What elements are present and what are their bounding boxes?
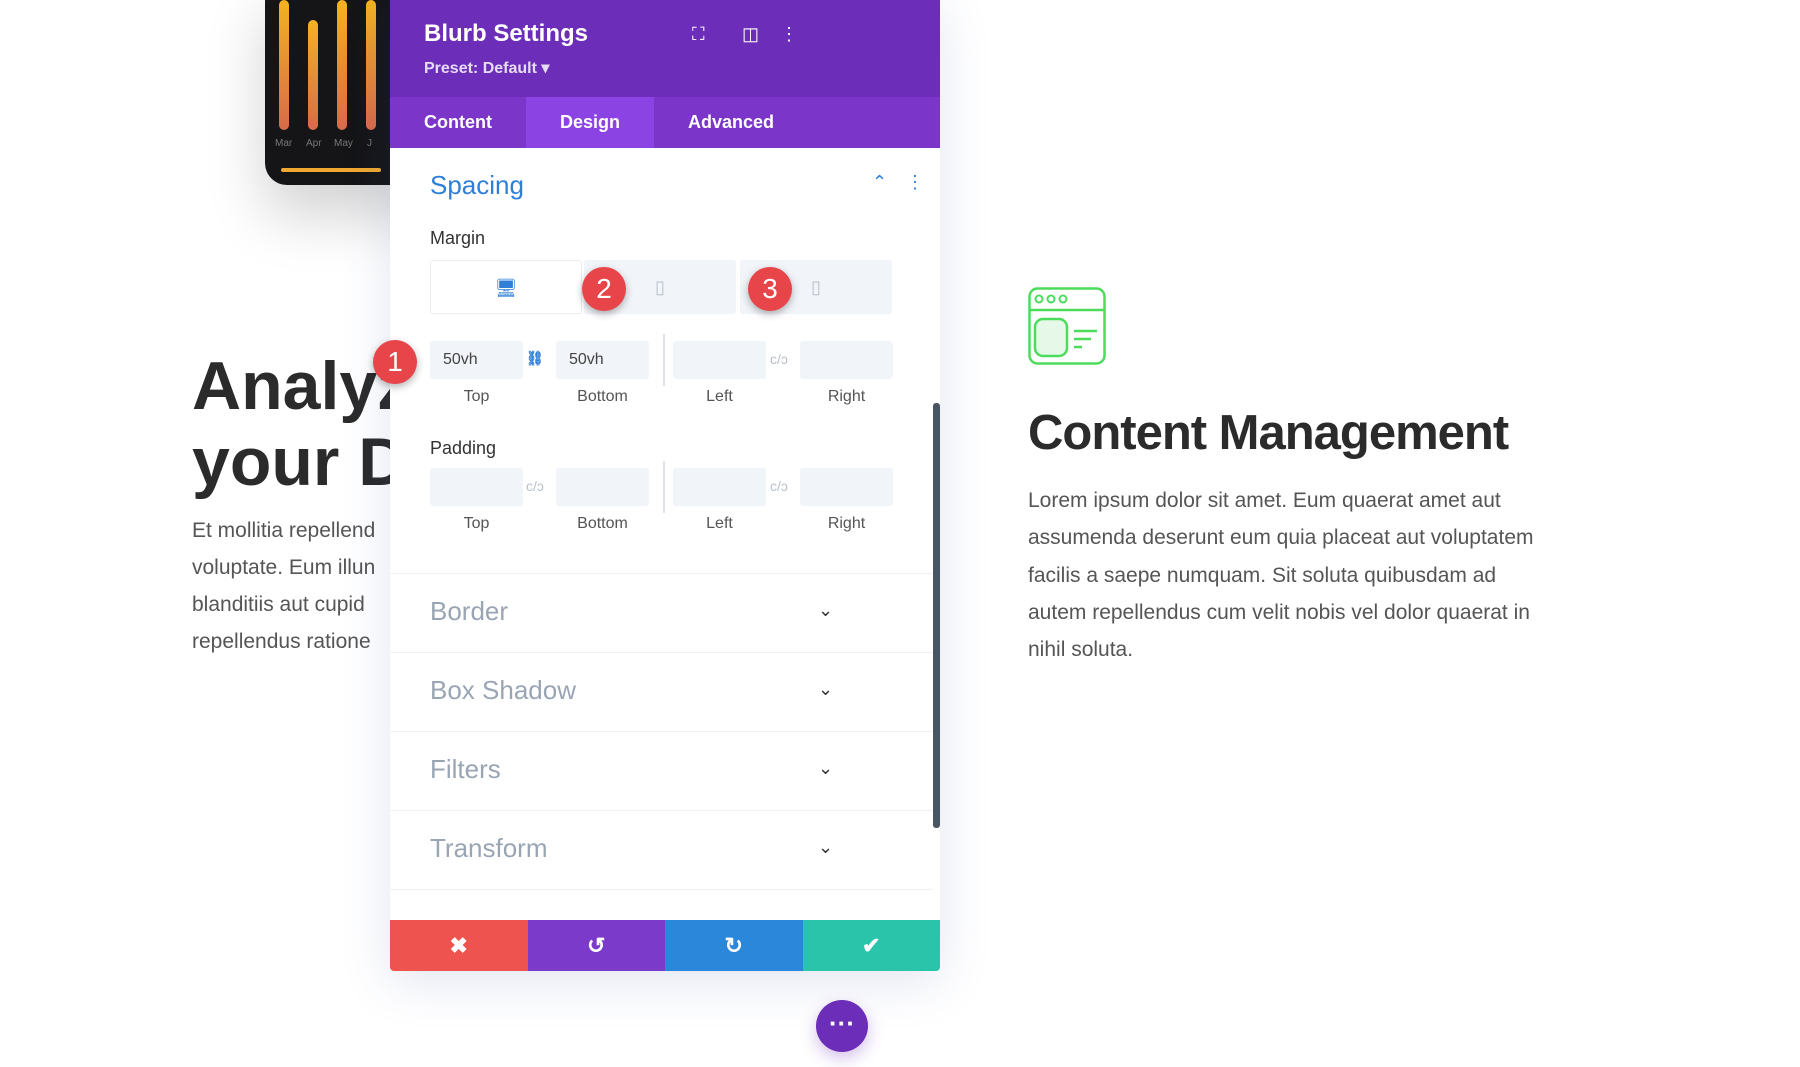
chevron-down-icon: ⌄ — [818, 758, 834, 778]
caption-right: Right — [827, 388, 866, 405]
blurb-text: Lorem ipsum dolor sit amet. Eum quaerat … — [1028, 489, 1534, 662]
blurb-settings-panel: Blurb Settings Preset: Default ▾ ⛶ ◫ ⋮ C… — [390, 0, 940, 971]
divider — [663, 461, 665, 513]
caption-top: Top — [463, 515, 490, 532]
browser-window-icon — [1028, 287, 1106, 365]
redo-icon: ↻ — [724, 933, 743, 958]
chevron-down-icon: ⌄ — [818, 837, 834, 857]
month-label: May — [334, 138, 353, 149]
step-badge-2: 2 — [582, 267, 626, 311]
section-filters[interactable]: Filters ⌄ — [390, 731, 933, 810]
padding-top-input[interactable] — [430, 468, 523, 506]
preset-dropdown[interactable]: Preset: Default ▾ — [424, 58, 549, 78]
close-icon: ✖ — [449, 933, 468, 958]
step-badge-3: 3 — [748, 267, 792, 311]
section-box-shadow[interactable]: Box Shadow ⌄ — [390, 652, 933, 731]
chevron-down-icon: ⌄ — [818, 600, 834, 620]
margin-label: Margin — [430, 228, 486, 248]
unlink-icon[interactable]: c/ɔ — [526, 478, 544, 494]
margin-top-input[interactable]: 50vh — [430, 341, 523, 379]
unlink-icon[interactable]: c/ɔ — [770, 478, 788, 494]
margin-right-input[interactable] — [800, 341, 893, 379]
padding-right-input[interactable] — [800, 468, 893, 506]
section-title: Border — [430, 596, 509, 626]
blurb-title: Content Management — [1028, 406, 1509, 460]
save-button[interactable]: ✔ — [802, 920, 940, 971]
month-label: J — [367, 138, 372, 149]
caption-bottom: Bottom — [577, 515, 628, 532]
margin-left-input[interactable] — [673, 341, 766, 379]
more-actions-button[interactable]: ··· — [816, 1000, 868, 1052]
link-icon[interactable]: ⛓ — [526, 350, 544, 367]
month-label: Mar — [275, 138, 293, 149]
redo-button[interactable]: ↻ — [665, 920, 803, 971]
padding-label: Padding — [430, 438, 497, 458]
panel-title: Blurb Settings — [424, 20, 589, 47]
left-paragraph: Et mollitia repellend voluptate. Eum illu… — [192, 519, 376, 653]
check-icon: ✔ — [862, 933, 881, 958]
section-options-icon[interactable]: ⋮ — [906, 172, 924, 193]
phone-icon: ▯ — [811, 277, 821, 297]
panel-tabs: Content Design Advanced — [390, 97, 940, 148]
panel-header: Blurb Settings Preset: Default ▾ ⛶ ◫ ⋮ — [390, 0, 940, 97]
section-border[interactable]: Border ⌄ — [390, 573, 933, 652]
tab-advanced[interactable]: Advanced — [654, 97, 808, 148]
tablet-icon: ▯ — [655, 277, 665, 297]
undo-icon: ↺ — [587, 933, 606, 958]
margin-bottom-input[interactable]: 50vh — [556, 341, 649, 379]
split-view-icon[interactable]: ◫ — [742, 24, 759, 45]
step-badge-1: 1 — [373, 340, 417, 384]
tab-design[interactable]: Design — [525, 97, 654, 148]
panel-footer: ✖ ↺ ↻ ✔ — [390, 920, 940, 971]
unlink-icon[interactable]: c/ɔ — [770, 351, 788, 367]
caption-left: Left — [706, 515, 733, 532]
more-options-icon[interactable]: ⋮ — [780, 24, 798, 45]
spacing-section-title[interactable]: Spacing — [430, 170, 524, 201]
desktop-icon: 🖥︎ — [494, 278, 518, 298]
caption-top: Top — [463, 388, 490, 405]
ellipsis-icon: ··· — [829, 1008, 855, 1038]
cancel-button[interactable]: ✖ — [390, 920, 528, 971]
tab-content[interactable]: Content — [390, 97, 526, 148]
undo-button[interactable]: ↺ — [527, 920, 665, 971]
fullscreen-icon[interactable]: ⛶ — [692, 24, 705, 45]
section-title: Transform — [430, 833, 548, 863]
padding-left-input[interactable] — [673, 468, 766, 506]
section-transform[interactable]: Transform ⌄ — [390, 810, 933, 889]
desktop-view-button[interactable]: 🖥︎ — [430, 260, 582, 314]
month-label: Apr — [306, 138, 322, 149]
section-title: Box Shadow — [430, 675, 576, 705]
section-title: Filters — [430, 754, 501, 784]
caption-bottom: Bottom — [577, 388, 628, 405]
chevron-down-icon: ⌄ — [818, 679, 834, 699]
divider — [663, 334, 665, 386]
padding-bottom-input[interactable] — [556, 468, 649, 506]
caption-left: Left — [706, 388, 733, 405]
scrollbar[interactable] — [933, 403, 940, 828]
collapse-chevron-icon[interactable]: ⌃ — [872, 172, 887, 193]
caption-right: Right — [827, 515, 866, 532]
